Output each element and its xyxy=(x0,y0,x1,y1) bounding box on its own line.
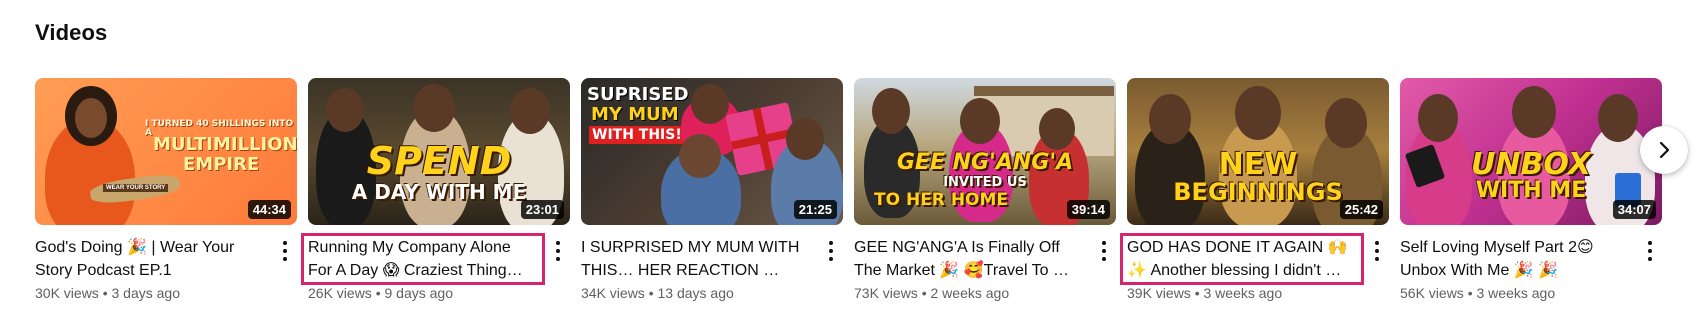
stats-separator: • xyxy=(375,285,381,301)
thumbnail-caption-line: SUPRISED xyxy=(587,84,689,105)
video-stats: 39K views • 3 weeks ago xyxy=(1127,285,1361,301)
video-meta: Self Loving Myself Part 2😊 Unbox With Me… xyxy=(1400,225,1662,301)
video-duration: 21:25 xyxy=(793,200,837,219)
stats-separator: • xyxy=(648,285,654,301)
thumbnail-caption-line: WITH THIS! xyxy=(589,126,685,144)
video-views: 56K views xyxy=(1400,285,1464,301)
video-thumbnail[interactable]: SUPRISED MY MUM WITH THIS! 21:25 xyxy=(581,78,843,225)
more-vert-icon[interactable] xyxy=(277,239,293,263)
video-views: 34K views xyxy=(581,285,645,301)
video-views: 30K views xyxy=(35,285,99,301)
thumbnail-figure-head xyxy=(691,84,729,124)
stats-separator: • xyxy=(102,285,108,301)
video-views: 26K views xyxy=(308,285,372,301)
thumbnail-caption-line: GEE NG'ANG'A xyxy=(896,150,1074,175)
video-title[interactable]: God's Doing 🎉 | Wear Your Story Podcast … xyxy=(35,236,269,282)
thumbnail-figure-head xyxy=(872,88,910,134)
more-vert-icon[interactable] xyxy=(823,239,839,263)
video-card: SUPRISED MY MUM WITH THIS! 21:25 I SURPR… xyxy=(581,78,843,301)
video-stats: 56K views • 3 weeks ago xyxy=(1400,285,1634,301)
thumbnail-figure-head xyxy=(679,134,721,178)
thumbnail-figure-head xyxy=(1235,86,1281,140)
video-meta: God's Doing 🎉 | Wear Your Story Podcast … xyxy=(35,225,297,301)
more-vert-icon[interactable] xyxy=(550,239,566,263)
stats-separator: • xyxy=(921,285,927,301)
video-age: 13 days ago xyxy=(657,285,734,301)
video-age: 3 weeks ago xyxy=(1476,285,1556,301)
video-thumbnail[interactable]: NEW BEGINNINGS 25:42 xyxy=(1127,78,1389,225)
more-vert-icon[interactable] xyxy=(1096,239,1112,263)
video-duration: 25:42 xyxy=(1339,200,1383,219)
video-age: 3 weeks ago xyxy=(1203,285,1283,301)
stats-separator: • xyxy=(1194,285,1200,301)
thumbnail-badge: WEAR YOUR STORY xyxy=(103,184,169,192)
thumbnail-figure-head xyxy=(960,98,1000,144)
videos-shelf: Videos WEAR YOUR STORY I TURNED 40 SHILL… xyxy=(0,0,1699,333)
thumbnail-figure-head xyxy=(1325,98,1367,148)
thumbnail-caption-line: MY MUM xyxy=(591,104,679,125)
video-stats: 73K views • 2 weeks ago xyxy=(854,285,1088,301)
video-age: 9 days ago xyxy=(384,285,454,301)
video-age: 2 weeks ago xyxy=(930,285,1010,301)
video-row: WEAR YOUR STORY I TURNED 40 SHILLINGS IN… xyxy=(35,78,1662,301)
video-duration: 44:34 xyxy=(247,200,291,219)
thumbnail-figure-face xyxy=(75,98,107,138)
video-title[interactable]: GOD HAS DONE IT AGAIN 🙌 ✨ Another blessi… xyxy=(1120,233,1364,285)
video-views: 39K views xyxy=(1127,285,1191,301)
video-thumbnail[interactable]: UNBOX WITH ME 34:07 xyxy=(1400,78,1662,225)
video-title[interactable]: Running My Company Alone For A Day 😱 Cra… xyxy=(301,233,545,285)
next-button[interactable] xyxy=(1640,126,1688,174)
thumbnail-caption-line: NEW xyxy=(1218,147,1298,182)
chevron-right-icon xyxy=(1659,141,1670,159)
video-stats: 26K views • 9 days ago xyxy=(308,285,542,301)
thumbnail-caption-line: A DAY WITH ME xyxy=(351,180,527,204)
video-thumbnail[interactable]: GEE NG'ANG'A INVITED US TO HER HOME 39:1… xyxy=(854,78,1116,225)
video-duration: 23:01 xyxy=(520,200,564,219)
video-duration: 39:14 xyxy=(1066,200,1110,219)
video-card: UNBOX WITH ME 34:07 Self Loving Myself P… xyxy=(1400,78,1662,301)
video-card: WEAR YOUR STORY I TURNED 40 SHILLINGS IN… xyxy=(35,78,297,301)
video-title[interactable]: I SURPRISED MY MUM WITH THIS… HER REACTI… xyxy=(581,236,815,282)
video-age: 3 days ago xyxy=(111,285,181,301)
thumbnail-figure-head xyxy=(786,118,824,160)
video-meta: GEE NG'ANG'A Is Finally Off The Market 🎉… xyxy=(854,225,1116,301)
section-title[interactable]: Videos xyxy=(35,20,107,46)
video-thumbnail[interactable]: WEAR YOUR STORY I TURNED 40 SHILLINGS IN… xyxy=(35,78,297,225)
thumbnail-figure-head xyxy=(510,88,550,134)
more-vert-icon[interactable] xyxy=(1642,239,1658,263)
video-meta: I SURPRISED MY MUM WITH THIS… HER REACTI… xyxy=(581,225,843,301)
thumbnail-figure-head xyxy=(1512,86,1556,138)
video-thumbnail[interactable]: SPEND A DAY WITH ME 23:01 xyxy=(308,78,570,225)
video-card: NEW BEGINNINGS 25:42 GOD HAS DONE IT AGA… xyxy=(1120,78,1389,301)
video-card: SPEND A DAY WITH ME 23:01 Running My Com… xyxy=(301,78,570,301)
thumbnail-caption-line: WITH ME xyxy=(1475,178,1587,203)
thumbnail-figure-head xyxy=(326,88,364,132)
video-meta: Running My Company Alone For A Day 😱 Cra… xyxy=(301,225,570,301)
video-title[interactable]: Self Loving Myself Part 2😊 Unbox With Me… xyxy=(1400,236,1634,282)
video-stats: 34K views • 13 days ago xyxy=(581,285,815,301)
video-duration: 34:07 xyxy=(1612,200,1656,219)
thumbnail-figure-head xyxy=(1149,94,1191,144)
thumbnail-caption-line: EMPIRE xyxy=(183,154,260,175)
video-views: 73K views xyxy=(854,285,918,301)
thumbnail-figure-head xyxy=(1039,108,1075,150)
video-card: GEE NG'ANG'A INVITED US TO HER HOME 39:1… xyxy=(854,78,1116,301)
thumbnail-caption-line: SPEND xyxy=(366,139,512,183)
thumbnail-figure-head xyxy=(1598,94,1638,142)
video-stats: 30K views • 3 days ago xyxy=(35,285,269,301)
video-meta: GOD HAS DONE IT AGAIN 🙌 ✨ Another blessi… xyxy=(1120,225,1389,301)
thumbnail-caption-line: INVITED US xyxy=(943,175,1027,190)
thumbnail-figure-head xyxy=(1418,94,1458,142)
thumbnail-caption-line: MULTIMILLION xyxy=(153,134,297,155)
more-vert-icon[interactable] xyxy=(1369,239,1385,263)
stats-separator: • xyxy=(1467,285,1473,301)
thumbnail-figure-head xyxy=(413,84,455,132)
video-title[interactable]: GEE NG'ANG'A Is Finally Off The Market 🎉… xyxy=(854,236,1088,282)
thumbnail-caption-line: UNBOX xyxy=(1471,147,1591,182)
